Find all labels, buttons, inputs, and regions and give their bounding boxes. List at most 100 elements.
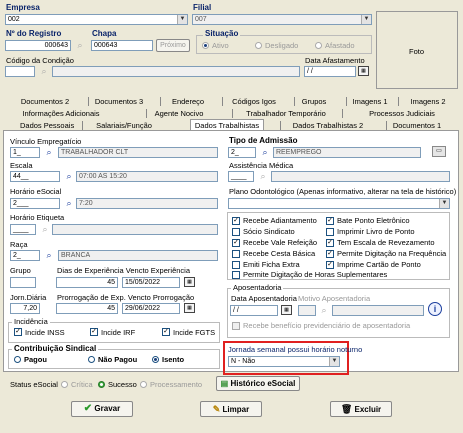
radio-ativo[interactable] [202,42,209,49]
filial-label: Filial [193,3,212,12]
incide-fgts-checkbox[interactable]: ✓ [162,328,170,336]
recebe-adiantamento-checkbox[interactable]: ✓ [232,217,240,225]
grupo-input[interactable] [10,277,36,288]
assistencia-code-input[interactable]: ____ [228,171,254,182]
bate-ponto-eletronico-checkbox[interactable]: ✓ [326,217,334,225]
calendar-icon[interactable]: ▦ [184,277,195,287]
limpar-button[interactable]: ✎ Limpar [200,401,262,417]
escala-code-input[interactable]: 44__ [10,171,60,182]
vencto-experiencia-input[interactable]: 15/05/2022 [122,277,180,288]
radio-pagou[interactable] [14,356,21,363]
vencto-prorrogacao-input[interactable]: 29/06/2022 [122,303,180,314]
excluir-button[interactable]: 🗑 Excluir [330,401,392,417]
data-aposentadoria-input[interactable]: / / [230,305,278,316]
search-icon[interactable]: ⌕ [63,198,75,209]
tipo-admissao-label: Tipo de Admissão [229,136,298,145]
tab-grupos[interactable]: Grupos [298,96,330,107]
bate-ponto-eletronico-label: Bate Ponto Eletrônico [337,216,410,225]
registro-input[interactable]: 000643 [5,40,71,51]
imprime-cartao-ponto-checkbox[interactable]: ✓ [326,261,334,269]
chevron-down-icon[interactable]: ▼ [177,15,187,24]
contribuicao-label: Contribuição Sindical [12,344,99,353]
tab-endereco[interactable]: Endereço [166,96,210,107]
calendar-icon[interactable]: ▦ [358,66,369,76]
filial-select[interactable]: 007 ▼ [192,14,372,25]
plano-odontologico-label: Plano Odontológico (Apenas informativo, … [229,187,457,196]
horario-etiqueta-code-input[interactable]: ____ [10,224,36,235]
tab-dados-trabalhistas[interactable]: Dados Trabalhistas [190,119,264,130]
prorrogacao-input[interactable]: 45 [56,303,118,314]
raca-code-input[interactable]: 2_ [10,250,40,261]
status-sucesso-radio[interactable] [98,381,105,388]
vinculo-code-input[interactable]: 1_ [10,147,40,158]
tab-trabalhador-temporario[interactable]: Trabalhador Temporário [242,108,330,119]
jornada-label: Jornada semanal possui horário noturno [228,345,363,354]
condicao-label: Código da Condição [6,56,74,65]
info-icon[interactable]: i [428,302,442,316]
horario-esocial-code-input[interactable]: 2___ [10,198,60,209]
recebe-cesta-basica-checkbox[interactable] [232,250,240,258]
search-icon[interactable]: ⌕ [318,305,330,316]
condicao-code-input[interactable] [5,66,35,77]
calendar-icon[interactable]: ▦ [281,305,292,315]
tab-imagens-2[interactable]: Imagens 2 [408,96,448,107]
chevron-down-icon[interactable]: ▼ [439,199,449,208]
empresa-select[interactable]: 002 ▼ [5,14,188,25]
tab-documentos-2[interactable]: Documentos 2 [18,96,72,107]
radio-afastado[interactable] [315,42,322,49]
recebe-vale-refeicao-checkbox[interactable]: ✓ [232,239,240,247]
tem-escala-revezamento-checkbox[interactable]: ✓ [326,239,334,247]
motivo-aposentadoria-desc-field [332,305,424,316]
jorn-diaria-input[interactable]: 7,20 [10,303,40,314]
motivo-aposentadoria-code-input[interactable] [298,305,316,316]
emiti-ficha-extra-checkbox[interactable] [232,261,240,269]
socio-sindicato-checkbox[interactable] [232,228,240,236]
search-icon[interactable]: ⌕ [259,147,271,158]
empresa-label: Empresa [6,3,40,12]
chevron-down-icon[interactable]: ▼ [361,15,371,24]
card-icon[interactable]: ▭ [432,146,446,157]
tab-processos-judiciais[interactable]: Processos Judiciais [366,108,438,119]
radio-nao-pagou[interactable] [88,356,95,363]
recebe-beneficio-label: Recebe benefício previdenciário de apose… [243,321,411,330]
photo-frame[interactable]: Foto [376,11,458,89]
tipo-admissao-code-input[interactable]: 2_ [228,147,256,158]
status-critica-radio[interactable] [61,381,68,388]
radio-desligado[interactable] [255,42,262,49]
tab-informacoes-adicionais[interactable]: Informações Adicionais [16,108,106,119]
jornada-select[interactable]: N - Não ▼ [228,356,340,367]
search-icon[interactable]: ⌕ [38,66,50,77]
data-afastamento-input[interactable]: / / [304,66,356,77]
chevron-down-icon[interactable]: ▼ [329,357,339,366]
search-icon[interactable]: ⌕ [74,40,86,51]
historico-esocial-button[interactable]: ▤ Histórico eSocial [216,376,300,391]
search-icon[interactable]: ⌕ [63,171,75,182]
search-icon[interactable]: ⌕ [39,224,51,235]
recebe-adiantamento-label: Recebe Adiantamento [243,216,317,225]
recebe-beneficio-checkbox[interactable] [232,322,240,330]
document-icon: ▤ [220,379,229,388]
tab-imagens-1[interactable]: Imagens 1 [350,96,390,107]
tab-documentos-3[interactable]: Documentos 3 [92,96,146,107]
dias-experiencia-input[interactable]: 45 [56,277,118,288]
status-processamento-radio[interactable] [140,381,147,388]
imprimir-livro-ponto-checkbox[interactable] [326,228,334,236]
search-icon[interactable]: ⌕ [43,147,55,158]
incide-inss-checkbox[interactable]: ✓ [14,328,22,336]
calendar-icon[interactable]: ▦ [184,303,195,313]
incide-irf-checkbox[interactable]: ✓ [90,328,98,336]
proximo-button[interactable]: Próximo [156,39,190,52]
recebe-cesta-basica-label: Recebe Cesta Básica [243,249,316,258]
permite-horas-suplementares-checkbox[interactable] [232,271,240,279]
search-icon[interactable]: ⌕ [43,250,55,261]
contribuicao-option-pagou: Pagou [24,355,47,364]
plano-odontologico-select[interactable]: ▼ [228,198,450,209]
status-processamento-label: Processamento [150,380,203,389]
chapa-input[interactable]: 000643 [91,40,153,51]
permite-digitacao-frequencia-checkbox[interactable]: ✓ [326,250,334,258]
tab-agente-nocivo[interactable]: Agente Nocivo [150,108,208,119]
tab-codigos-igos[interactable]: Códigos Igos [228,96,280,107]
gravar-button[interactable]: ✔ Gravar [71,401,133,417]
radio-isento[interactable] [152,356,159,363]
search-icon[interactable]: ⌕ [257,171,269,182]
